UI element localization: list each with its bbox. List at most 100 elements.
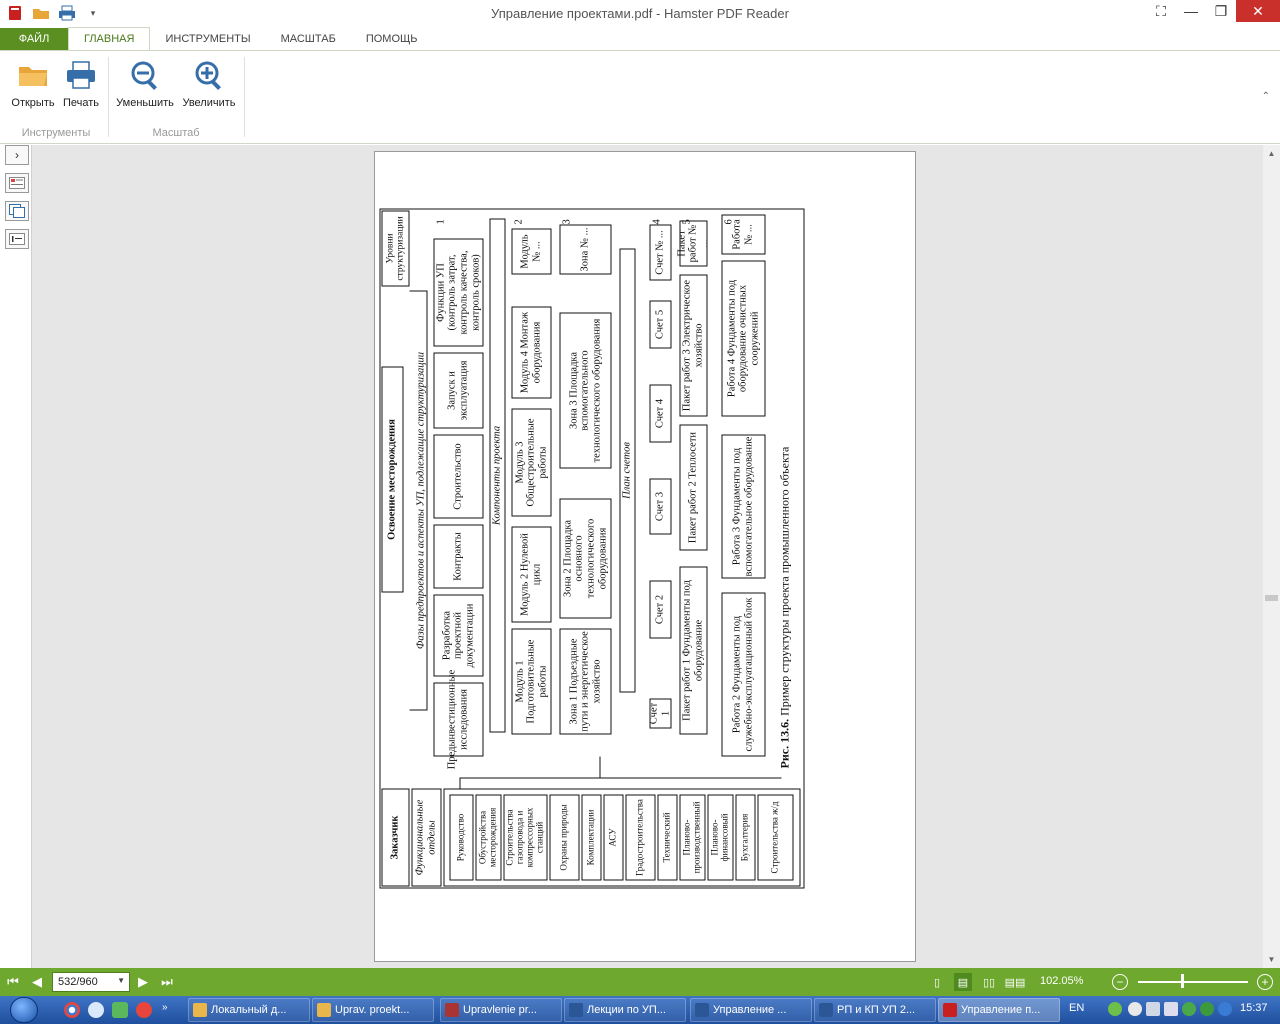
scrollbar-thumb[interactable]	[1265, 595, 1278, 601]
chevron-down-icon[interactable]: ▼	[117, 976, 125, 985]
phase-text: Функции УП (контроль затрат, контроль ка…	[435, 250, 482, 335]
last-page-icon[interactable]: ⏭	[158, 973, 176, 991]
network-icon[interactable]	[1146, 1002, 1160, 1016]
side-panel: ›	[0, 145, 32, 968]
level-number: 3	[561, 219, 573, 225]
vertical-scrollbar[interactable]: ▲ ▼	[1263, 145, 1280, 968]
more-programs-icon[interactable]: »	[162, 1002, 178, 1018]
fullscreen-icon[interactable]: ⛶	[1146, 0, 1176, 22]
phase-text: Строительство	[452, 443, 464, 510]
scroll-down-icon[interactable]: ▼	[1263, 955, 1280, 964]
close-button[interactable]: ✕	[1236, 0, 1280, 22]
scroll-up-icon[interactable]: ▲	[1263, 149, 1280, 158]
continuous-view-icon[interactable]: ▤	[954, 973, 972, 991]
departments-text: Функциональные отделы	[414, 799, 438, 876]
info-icon[interactable]	[1182, 1002, 1196, 1016]
two-page-view-icon[interactable]: ▯▯	[980, 973, 998, 991]
work-text: Работа 4 Фундаменты под оборудование очи…	[726, 279, 761, 398]
department-box: Бухгалтерия	[735, 794, 756, 881]
taskbar-item[interactable]: Upravlenie pr...	[440, 998, 562, 1022]
check-icon[interactable]	[1200, 1002, 1214, 1016]
next-page-icon[interactable]: ▶	[134, 973, 152, 991]
language-indicator[interactable]: EN	[1069, 1002, 1084, 1014]
first-page-icon[interactable]: ⏮	[4, 973, 22, 991]
department-text: Обустройства месторождения	[477, 807, 498, 868]
expand-panel-icon[interactable]: ›	[5, 145, 29, 165]
module-box: Модуль 2 Нулевой цикл	[511, 526, 552, 623]
taskbar-item[interactable]: РП и КП УП 2...	[814, 998, 936, 1022]
print-label: Печать	[62, 97, 100, 109]
open-button[interactable]: Открыть	[8, 59, 58, 109]
tab-help[interactable]: ПОМОЩЬ	[351, 28, 433, 50]
tab-home[interactable]: ГЛАВНАЯ	[68, 27, 151, 50]
single-page-view-icon[interactable]: ▯	[928, 973, 946, 991]
taskbar-item[interactable]: Лекции по УП...	[564, 998, 686, 1022]
zone-text: Зона 2 Площадка основного технологическо…	[562, 518, 609, 599]
zoom-slider-thumb[interactable]	[1181, 974, 1184, 988]
ribbon-tabs: ФАЙЛ ГЛАВНАЯ ИНСТРУМЕНТЫ МАСШТАБ ПОМОЩЬ	[0, 27, 1280, 50]
tab-file[interactable]: ФАЙЛ	[0, 28, 68, 50]
maximize-button[interactable]: ❐	[1206, 0, 1236, 22]
department-box: Строительства ж/д	[757, 794, 794, 881]
tray-icon[interactable]	[1108, 1002, 1122, 1016]
figure-caption-text: Пример структуры проекта промышленного о…	[777, 446, 792, 716]
volume-icon[interactable]	[1164, 1002, 1178, 1016]
chrome-icon[interactable]	[64, 1002, 80, 1018]
clock[interactable]: 15:37	[1240, 1002, 1268, 1014]
pdf-page[interactable]: Заказчик Функциональные отделы Руководст…	[374, 151, 916, 962]
mail-icon[interactable]	[88, 1002, 104, 1018]
package-text: Пакет работ № ...	[676, 224, 711, 263]
word-icon	[695, 1003, 709, 1017]
phase-box: Предынвестиционные исследования	[433, 670, 484, 769]
department-box: Руководство	[449, 794, 474, 881]
taskbar-item[interactable]: Управление п...	[938, 998, 1060, 1022]
zoom-slider[interactable]	[1138, 981, 1248, 983]
project-structure-figure: Заказчик Функциональные отделы Руководст…	[379, 208, 805, 889]
page-number-input[interactable]: 532/960 ▼	[52, 972, 130, 992]
account-text: Счет 5	[654, 309, 666, 340]
minimize-button[interactable]: —	[1176, 0, 1206, 22]
word-icon	[819, 1003, 833, 1017]
level-number: 1	[435, 219, 447, 225]
phase-text: Запуск и эксплуатация	[446, 360, 470, 421]
package-box: Пакет работ 3 Электрическое хозяйство	[679, 274, 708, 417]
open-label: Открыть	[11, 97, 55, 109]
prev-page-icon[interactable]: ◀	[28, 973, 46, 991]
pdf-reader-icon	[943, 1003, 957, 1017]
pages-icon[interactable]	[5, 201, 29, 221]
zoom-out-label: Уменьшить	[116, 97, 174, 109]
taskbar-item[interactable]: Локальный д...	[188, 998, 310, 1022]
zoom-out-button[interactable]: Уменьшить	[112, 59, 178, 109]
zoom-in-button[interactable]: Увеличить	[178, 59, 240, 109]
package-text: Пакет работ 1 Фундаменты под оборудовани…	[681, 580, 705, 721]
taskbar-item[interactable]: Uprav. proekt...	[312, 998, 434, 1022]
zone-text: Зона № ...	[579, 227, 591, 272]
zoom-out-small-icon[interactable]: −	[1112, 974, 1128, 990]
folder-icon	[317, 1003, 331, 1017]
zoom-in-small-icon[interactable]: +	[1257, 974, 1273, 990]
print-button[interactable]: Печать	[56, 59, 106, 109]
department-box: Планово-производственный	[679, 794, 706, 881]
antivirus-icon[interactable]	[1218, 1002, 1232, 1016]
bookmarks-icon[interactable]	[5, 229, 29, 249]
level-number: 4	[651, 219, 663, 225]
two-page-continuous-view-icon[interactable]: ▤▤	[1005, 973, 1026, 991]
thumbnails-icon[interactable]	[5, 173, 29, 193]
accounts-text: План счетов	[621, 442, 633, 499]
start-button[interactable]	[10, 997, 38, 1023]
taskbar-item[interactable]: Управление ...	[690, 998, 812, 1022]
zoom-out-icon	[129, 59, 161, 91]
tab-zoom[interactable]: МАСШТАБ	[266, 28, 351, 50]
utility-icon[interactable]	[112, 1002, 128, 1018]
department-text: АСУ	[607, 828, 618, 847]
department-box: АСУ	[603, 794, 624, 881]
taskbar-item-label: Uprav. proekt...	[335, 1004, 410, 1016]
collapse-ribbon-icon[interactable]: ⌃	[1262, 91, 1270, 102]
tray-icon[interactable]	[1128, 1002, 1142, 1016]
account-box: Счет 2	[649, 580, 672, 639]
work-box: Работа 2 Фундаменты под служебно-эксплуа…	[721, 592, 766, 757]
department-text: Технический	[661, 812, 672, 863]
yandex-browser-icon[interactable]	[136, 1002, 152, 1018]
package-box: Пакет работ 2 Теплосети	[679, 424, 708, 551]
tab-tools[interactable]: ИНСТРУМЕНТЫ	[150, 28, 265, 50]
